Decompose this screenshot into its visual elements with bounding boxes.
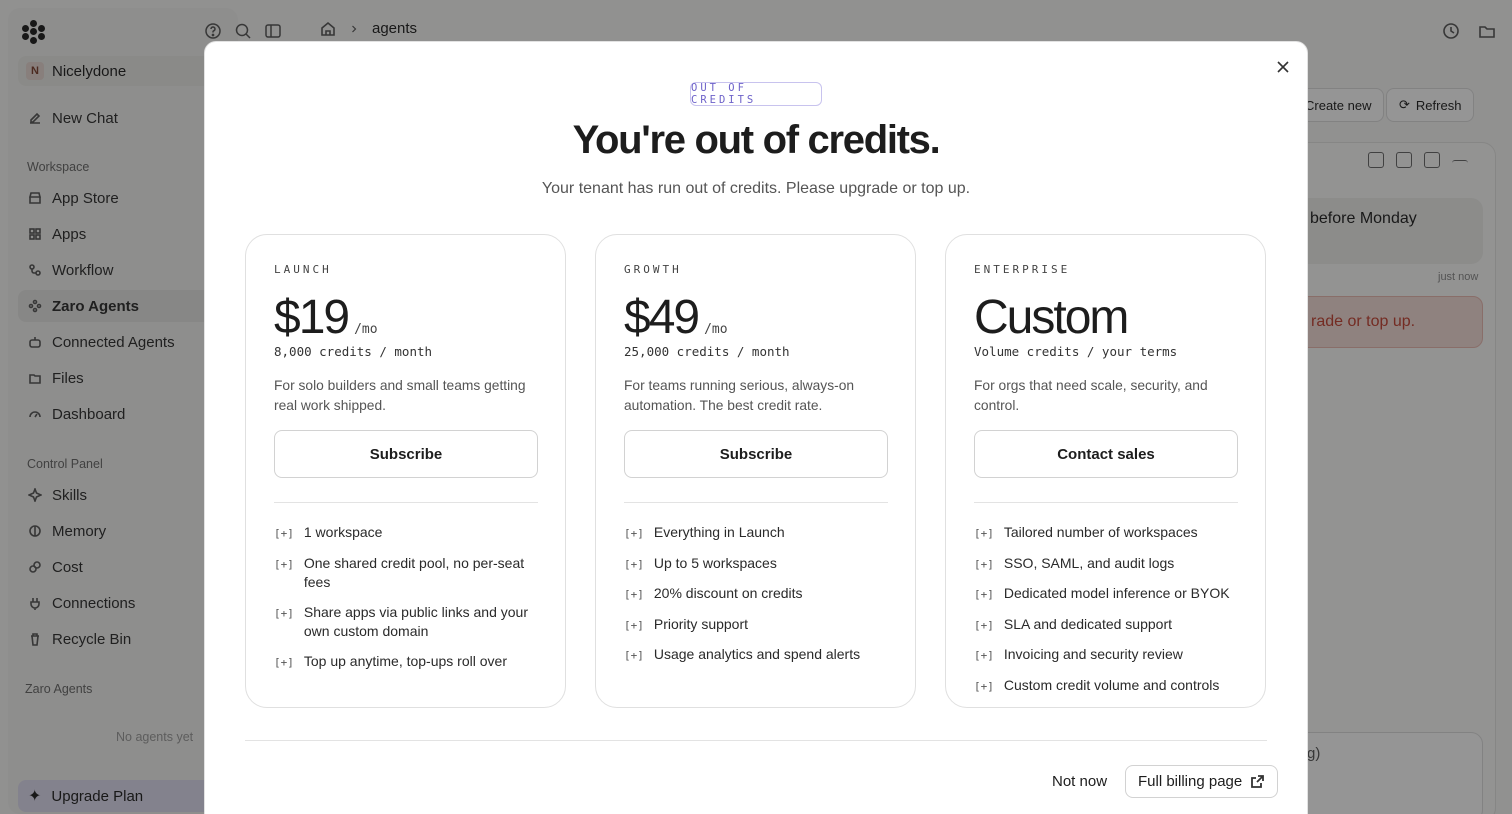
card-divider	[274, 502, 538, 503]
price-period: /mo	[704, 322, 728, 337]
feature-item: [+] 20% discount on credits	[624, 584, 887, 605]
price-row: $19/mo	[274, 290, 537, 344]
feature-item: [+] Invoicing and security review	[974, 645, 1237, 666]
footer-divider	[245, 740, 1267, 741]
modal-title: You're out of credits.	[572, 118, 941, 162]
feature-marker: [+]	[274, 557, 294, 571]
not-now-button[interactable]: Not now	[1040, 766, 1119, 796]
feature-item: [+] Tailored number of workspaces	[974, 523, 1237, 544]
plan-price: $49	[624, 291, 700, 344]
feature-list: [+] Tailored number of workspaces [+] SSO, …	[974, 523, 1237, 697]
plan-price: $19	[274, 291, 350, 344]
feature-text: Priority support	[653, 615, 749, 632]
feature-marker: [+]	[274, 655, 294, 669]
feature-item: [+] One shared credit pool, no per-seat f…	[274, 554, 537, 593]
feature-marker: [+]	[974, 588, 994, 602]
feature-text: 20% discount on credits	[653, 585, 803, 602]
close-icon	[1277, 61, 1289, 73]
plan-description: For orgs that need scale, security, and …	[974, 378, 1208, 413]
feature-text: One shared credit pool, no per-seat fees	[303, 554, 525, 591]
feature-item: [+] 1 workspace	[274, 523, 537, 544]
contact-sales-button[interactable]: Contact sales	[974, 430, 1238, 478]
feature-text: Everything in Launch	[653, 524, 785, 540]
full-billing-label: Full billing page	[1138, 773, 1243, 790]
feature-text: Dedicated model inference or BYOK	[1003, 585, 1230, 602]
feature-item: [+] Usage analytics and spend alerts	[624, 645, 887, 666]
plan-description: For teams running serious, always-on aut…	[624, 378, 855, 413]
feature-item: [+] Top up anytime, top-ups roll over	[274, 652, 537, 673]
feature-marker: [+]	[624, 527, 644, 540]
plan-credits: Volume credits / your terms	[974, 344, 1178, 359]
feature-list: [+] 1 workspace [+] One shared credit pool,…	[274, 523, 537, 673]
modal-subtitle: Your tenant has run out of credits. Plea…	[541, 180, 971, 197]
feature-marker: [+]	[624, 588, 644, 602]
plan-card-growth: GROWTH $49/mo 25,000 credits / month For te…	[595, 234, 916, 708]
out-of-credits-tag: OUT OF CREDITS	[690, 82, 822, 106]
feature-item: [+] Share apps via public links and your …	[274, 603, 537, 642]
plan-name: GROWTH	[624, 263, 682, 276]
plan-credits: 8,000 credits / month	[274, 344, 433, 359]
feature-marker: [+]	[974, 679, 994, 693]
feature-text: Tailored number of workspaces	[1003, 524, 1198, 540]
plan-credits: 25,000 credits / month	[624, 344, 790, 359]
feature-item: [+] Priority support	[624, 615, 887, 636]
feature-text: SSO, SAML, and audit logs	[1003, 554, 1175, 571]
price-row: $49/mo	[624, 290, 887, 344]
feature-item: [+] Everything in Launch	[624, 523, 887, 544]
subscribe-button[interactable]: Subscribe	[624, 430, 888, 478]
feature-marker: [+]	[274, 606, 294, 620]
plan-name: LAUNCH	[274, 263, 332, 276]
feature-text: SLA and dedicated support	[1003, 615, 1173, 632]
feature-list: [+] Everything in Launch [+] Up to 5 worksp…	[624, 523, 887, 666]
feature-item: [+] Dedicated model inference or BYOK	[974, 584, 1237, 605]
feature-text: Share apps via public links and your own…	[303, 603, 529, 640]
plan-name: ENTERPRISE	[974, 263, 1071, 276]
feature-text: 1 workspace	[303, 524, 383, 540]
feature-marker: [+]	[624, 649, 644, 663]
plan-card-enterprise: ENTERPRISE Custom Volume credits / your te…	[945, 234, 1266, 708]
feature-item: [+] SLA and dedicated support	[974, 615, 1237, 636]
feature-marker: [+]	[974, 557, 994, 571]
price-row: Custom	[974, 290, 1237, 344]
card-divider	[974, 502, 1238, 503]
plan-card-launch: LAUNCH $19/mo 8,000 credits / month For sol…	[245, 234, 566, 708]
feature-marker: [+]	[974, 649, 994, 663]
close-modal-button[interactable]	[1272, 56, 1294, 78]
feature-marker: [+]	[274, 527, 294, 540]
plan-description: For solo builders and small teams gettin…	[274, 378, 526, 413]
feature-marker: [+]	[624, 557, 644, 571]
full-billing-page-button[interactable]: Full billing page	[1125, 765, 1279, 798]
feature-item: [+] SSO, SAML, and audit logs	[974, 554, 1237, 575]
feature-marker: [+]	[624, 618, 644, 632]
feature-text: Up to 5 workspaces	[653, 554, 777, 571]
external-link-icon	[1251, 775, 1265, 788]
subscribe-button[interactable]: Subscribe	[274, 430, 538, 478]
price-period: /mo	[354, 322, 378, 337]
feature-marker: [+]	[974, 527, 994, 540]
feature-text: Top up anytime, top-ups roll over	[303, 652, 507, 669]
plan-price: Custom	[974, 291, 1129, 344]
card-divider	[624, 502, 888, 503]
feature-text: Usage analytics and spend alerts	[653, 646, 861, 663]
feature-item: [+] Custom credit volume and controls	[974, 676, 1237, 697]
feature-text: Custom credit volume and controls	[1003, 676, 1220, 693]
feature-marker: [+]	[974, 618, 994, 632]
feature-item: [+] Up to 5 workspaces	[624, 554, 887, 575]
feature-text: Invoicing and security review	[1003, 646, 1183, 663]
